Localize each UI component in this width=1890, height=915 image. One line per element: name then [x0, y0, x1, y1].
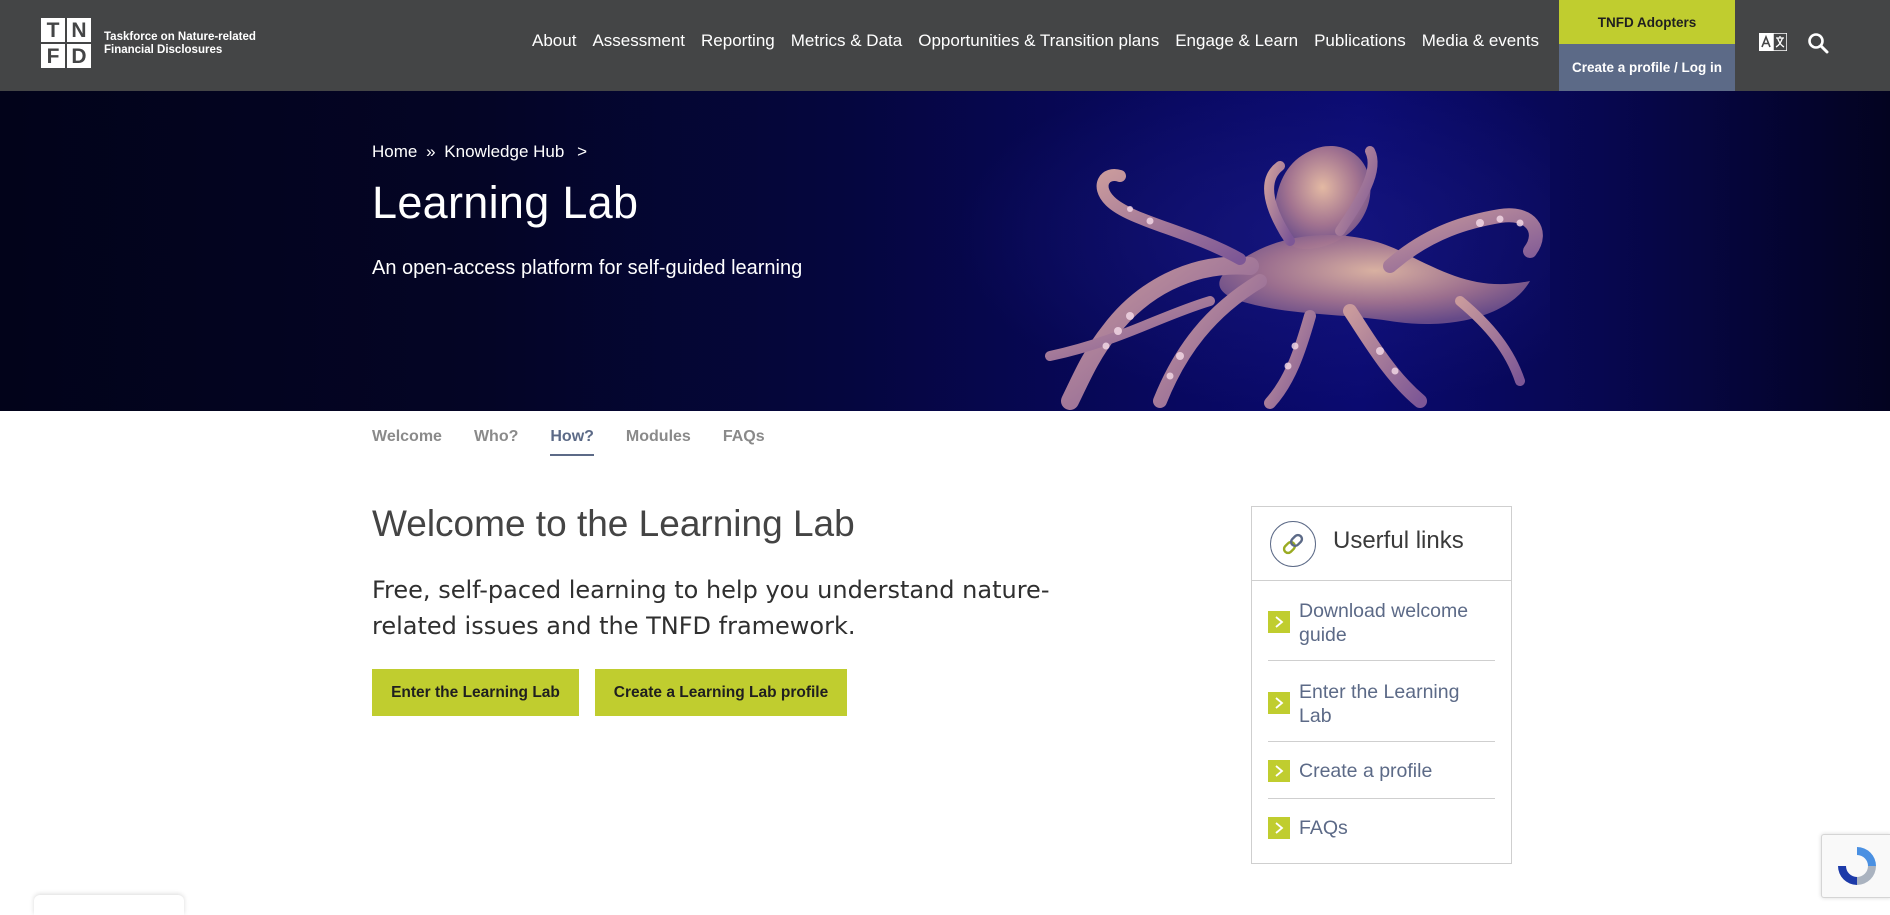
link-label: Create a profile	[1299, 760, 1433, 782]
search-icon[interactable]	[1807, 32, 1829, 54]
link-label: Download welcome guide	[1299, 600, 1469, 646]
page-title: Learning Lab	[372, 177, 639, 228]
nav-opportunities[interactable]: Opportunities & Transition plans	[918, 31, 1159, 51]
chevron-right-icon	[1268, 817, 1290, 839]
chevron-right-icon	[1268, 611, 1290, 633]
logo-letter-t: T	[41, 18, 65, 42]
create-learning-lab-profile-button[interactable]: Create a Learning Lab profile	[595, 669, 847, 716]
tnfd-adopters-button[interactable]: TNFD Adopters	[1559, 0, 1735, 44]
link-create-profile[interactable]: Create a profile	[1268, 759, 1495, 785]
breadcrumb-home[interactable]: Home	[372, 142, 417, 161]
nav-reporting[interactable]: Reporting	[701, 31, 775, 51]
tab-welcome[interactable]: Welcome	[372, 428, 442, 456]
nav-metrics-data[interactable]: Metrics & Data	[791, 31, 902, 51]
useful-links-title: Userful links	[1333, 527, 1464, 554]
section-tabs: Welcome Who? How? Modules FAQs	[372, 428, 797, 456]
link-icon	[1270, 521, 1316, 567]
tab-how[interactable]: How?	[550, 428, 594, 456]
link-faqs[interactable]: FAQs	[1268, 816, 1495, 842]
link-enter-learning-lab[interactable]: Enter the Learning Lab	[1268, 680, 1495, 728]
logo-text-line1: Taskforce on Nature-related	[104, 31, 256, 43]
tnfd-logo[interactable]: T N F D	[41, 18, 93, 70]
useful-links-header: Userful links	[1252, 507, 1511, 581]
welcome-heading: Welcome to the Learning Lab	[372, 503, 855, 544]
link-label: FAQs	[1299, 817, 1348, 839]
link-label: Enter the Learning Lab	[1299, 681, 1460, 727]
logo-letter-d: D	[67, 44, 91, 68]
tab-modules[interactable]: Modules	[626, 428, 691, 456]
tab-who[interactable]: Who?	[474, 428, 518, 456]
main-nav: About Assessment Reporting Metrics & Dat…	[532, 31, 1539, 51]
hero-banner: Home » Knowledge Hub > Learning Lab An o…	[0, 91, 1890, 411]
useful-links-panel: Userful links Download welcome guide Ent…	[1251, 506, 1512, 864]
create-profile-login-button[interactable]: Create a profile / Log in	[1559, 44, 1735, 91]
divider	[1268, 660, 1495, 661]
breadcrumb: Home » Knowledge Hub >	[372, 142, 591, 162]
tab-faqs[interactable]: FAQs	[723, 428, 765, 456]
translate-icon[interactable]	[1759, 33, 1787, 51]
chevron-right-icon	[1268, 692, 1290, 714]
logo-letter-f: F	[41, 44, 65, 68]
nav-about[interactable]: About	[532, 31, 576, 51]
recaptcha-icon	[1838, 847, 1876, 885]
octopus-image	[1045, 146, 1543, 410]
logo-text-line2: Financial Disclosures	[104, 44, 223, 56]
welcome-description: Free, self-paced learning to help you un…	[372, 576, 1050, 640]
link-download-welcome-guide[interactable]: Download welcome guide	[1268, 599, 1495, 647]
divider	[1268, 741, 1495, 742]
page-subtitle: An open-access platform for self-guided …	[372, 257, 803, 279]
breadcrumb-knowledge-hub[interactable]: Knowledge Hub	[444, 142, 564, 161]
breadcrumb-arrow: >	[577, 142, 587, 161]
breadcrumb-separator: »	[426, 142, 436, 161]
logo-text[interactable]: Taskforce on Nature-related Financial Di…	[104, 31, 274, 57]
recaptcha-badge[interactable]	[1821, 834, 1890, 898]
nav-engage-learn[interactable]: Engage & Learn	[1175, 31, 1298, 51]
nav-assessment[interactable]: Assessment	[592, 31, 685, 51]
enter-learning-lab-button[interactable]: Enter the Learning Lab	[372, 669, 579, 716]
logo-letter-n: N	[67, 18, 91, 42]
site-header: T N F D Taskforce on Nature-related Fina…	[0, 0, 1890, 91]
nav-media-events[interactable]: Media & events	[1422, 31, 1539, 51]
divider	[1268, 798, 1495, 799]
cookie-settings-tab[interactable]	[34, 895, 184, 915]
chevron-right-icon	[1268, 760, 1290, 782]
nav-publications[interactable]: Publications	[1314, 31, 1406, 51]
